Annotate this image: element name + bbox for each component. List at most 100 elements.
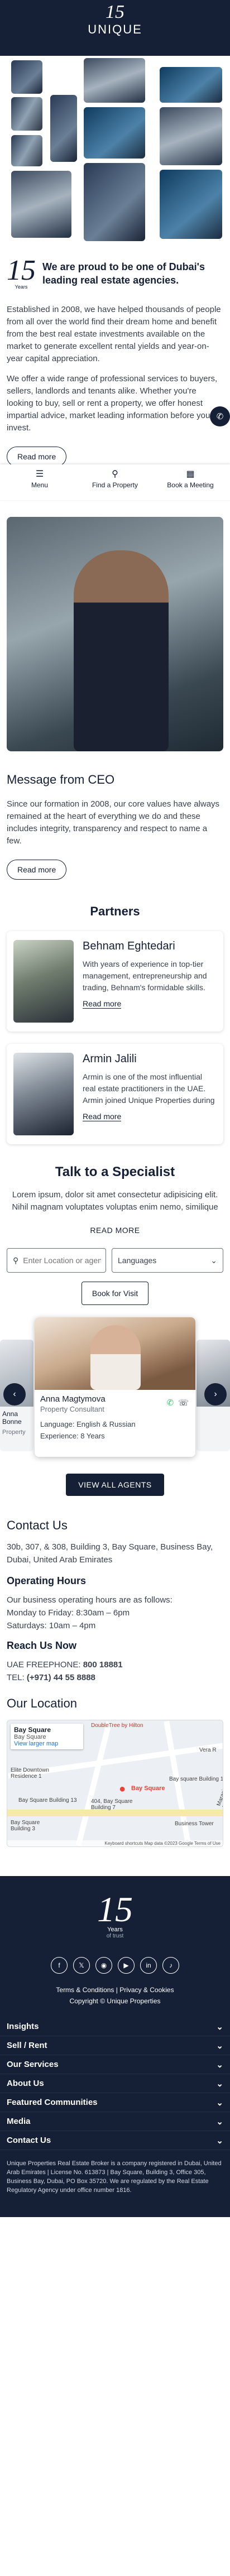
partner-bio: With years of experience in top-tier man… [83, 960, 207, 992]
carousel-prev-button[interactable]: ‹ [3, 1383, 26, 1405]
partner-name: Behnam Eghtedari [83, 940, 175, 952]
footer-logo[interactable]: 15 Years of trust [0, 1892, 230, 1940]
partner-photo [13, 1053, 74, 1135]
tel-number[interactable]: (+971) 44 55 8888 [27, 1673, 95, 1682]
whatsapp-chat-button[interactable]: ✆ [210, 406, 230, 426]
calendar-icon: ▦ [186, 469, 195, 479]
book-visit-button[interactable]: Book for Visit [81, 1282, 149, 1305]
ceo-photo [7, 517, 223, 751]
nav-find-property-button[interactable]: ⚲ Find a Property [84, 470, 146, 500]
reach-title: Reach Us Now [7, 1640, 77, 1651]
logo-mark[interactable]: 15 [106, 3, 124, 22]
gallery-photo [160, 67, 222, 103]
gallery-photo [160, 170, 222, 239]
footer-menu-item[interactable]: Our Services ⌄ [0, 2055, 230, 2074]
specialist-title: Talk to a Specialist [55, 1164, 175, 1179]
chevron-down-icon: ⌄ [216, 2098, 223, 2108]
agent-name: Anna Bonne [2, 1410, 22, 1426]
linkedin-icon[interactable]: in [140, 1957, 157, 1974]
phone-icon[interactable]: ☏ [178, 1398, 189, 1408]
experience-label: Experience: [40, 1432, 79, 1440]
tiktok-icon[interactable]: ♪ [162, 1957, 179, 1974]
footer-menu-item[interactable]: Media ⌄ [0, 2112, 230, 2131]
languages-select-value: Languages [118, 1256, 157, 1265]
chevron-left-icon: ‹ [13, 1389, 16, 1399]
intro-read-more-button[interactable]: Read more [7, 447, 67, 467]
freephone-number[interactable]: 800 18881 [83, 1660, 123, 1670]
footer-logo-sub: of trust [106, 1933, 124, 1939]
agent-photo [35, 1317, 195, 1390]
carousel-next-button[interactable]: › [204, 1383, 227, 1405]
location-map[interactable]: Bay Square Bay Square View larger map Do… [7, 1720, 223, 1847]
map-label: Business Tower [175, 1821, 214, 1827]
ceo-read-more-button[interactable]: Read more [7, 860, 67, 880]
ceo-text: Since our formation in 2008, our core va… [7, 799, 220, 846]
partner-name: Armin Jalili [83, 1053, 137, 1065]
chevron-down-icon: ⌄ [216, 2117, 223, 2127]
ceo-portrait [74, 550, 169, 751]
nav-menu-button[interactable]: ☰ Menu [9, 470, 70, 500]
tel-line: TEL: (+971) 44 55 8888 [7, 1671, 223, 1684]
map-road [164, 1720, 191, 1846]
footer-menu-item[interactable]: About Us ⌄ [0, 2074, 230, 2093]
instagram-icon[interactable]: ◉ [95, 1957, 112, 1974]
footer-menu-label: Sell / Rent [7, 2041, 47, 2050]
view-all-agents-button[interactable]: VIEW ALL AGENTS [66, 1474, 164, 1496]
nav-find-label: Find a Property [92, 481, 138, 489]
map-pin-icon[interactable]: ● [119, 1783, 126, 1796]
twitter-icon[interactable]: 𝕏 [73, 1957, 90, 1974]
location-search-field[interactable]: ⚲ [7, 1248, 106, 1273]
hours-title: Operating Hours [7, 1575, 87, 1586]
nav-book-meeting-button[interactable]: ▦ Book a Meeting [160, 470, 221, 500]
partner-card: Armin Jalili Armin is one of the most in… [7, 1044, 223, 1144]
agent-portrait [90, 1325, 141, 1390]
partner-read-more-link[interactable]: Read more [83, 1112, 122, 1121]
anniversary-caption: Years [15, 284, 28, 290]
location-search-input[interactable] [23, 1256, 102, 1265]
partner-read-more-link[interactable]: Read more [83, 999, 122, 1009]
gallery-photo [84, 107, 145, 159]
map-pin-label: Bay Square [131, 1785, 165, 1792]
footer-menu-item[interactable]: Contact Us ⌄ [0, 2131, 230, 2150]
intro-paragraph: Established in 2008, we have helped thou… [7, 305, 221, 363]
bottom-navigation: ☰ Menu ⚲ Find a Property ▦ Book a Meetin… [0, 464, 230, 500]
search-icon: ⚲ [112, 469, 118, 479]
agent-card[interactable]: Anna Magtymova Property Consultant ✆ ☏ L… [35, 1317, 195, 1457]
map-info-box: Bay Square Bay Square View larger map [11, 1724, 83, 1749]
whatsapp-icon[interactable]: ✆ [167, 1398, 174, 1408]
specialist-text: Lorem ipsum, dolor sit amet consectetur … [12, 1190, 218, 1212]
facebook-icon[interactable]: f [51, 1957, 68, 1974]
footer-menu-label: Insights [7, 2022, 39, 2031]
map-label: Elite Downtown Residence 1 [11, 1767, 49, 1779]
freephone-label: UAE FREEPHONE: [7, 1660, 81, 1670]
intro-section: 15 Years We are proud to be one of Dubai… [0, 246, 230, 467]
footer-menu-item[interactable]: Featured Communities ⌄ [0, 2093, 230, 2112]
gallery-photo [11, 60, 42, 94]
experience-value: 8 Years [80, 1432, 105, 1440]
languages-select[interactable]: Languages ⌄ [112, 1248, 223, 1273]
map-label: Marasi Dr [215, 1789, 223, 1809]
gallery-photo [11, 135, 42, 166]
footer-menu-item[interactable]: Insights ⌄ [0, 2017, 230, 2036]
agent-filters: ⚲ Languages ⌄ [0, 1248, 230, 1273]
map-label: Bay Square Building 13 [18, 1797, 77, 1803]
footer-menu-label: Media [7, 2117, 31, 2126]
whatsapp-icon: ✆ [216, 412, 224, 421]
hours-saturday: Saturdays: 10am – 4pm [7, 1621, 96, 1630]
agent-role: Property [2, 1429, 26, 1436]
chevron-down-icon: ⌄ [210, 1255, 217, 1265]
gallery-photo [11, 171, 71, 238]
specialist-read-more-link[interactable]: READ MORE [90, 1226, 140, 1235]
chevron-down-icon: ⌄ [216, 2041, 223, 2051]
intro-paragraph: We offer a wide range of professional se… [7, 374, 218, 433]
youtube-icon[interactable]: ▶ [118, 1957, 135, 1974]
map-label: Bay Square Building 3 [11, 1820, 40, 1832]
legal-links[interactable]: Terms & Conditions | Privacy & Cookies [0, 1986, 230, 1994]
anniversary-number: 15 [7, 255, 36, 286]
chevron-down-icon: ⌄ [216, 2060, 223, 2070]
view-larger-map-link[interactable]: View larger map [14, 1740, 80, 1747]
brand-name[interactable]: UNIQUE [88, 22, 142, 37]
hamburger-icon: ☰ [35, 469, 44, 479]
gallery-photo [11, 97, 42, 131]
footer-menu-item[interactable]: Sell / Rent ⌄ [0, 2036, 230, 2055]
